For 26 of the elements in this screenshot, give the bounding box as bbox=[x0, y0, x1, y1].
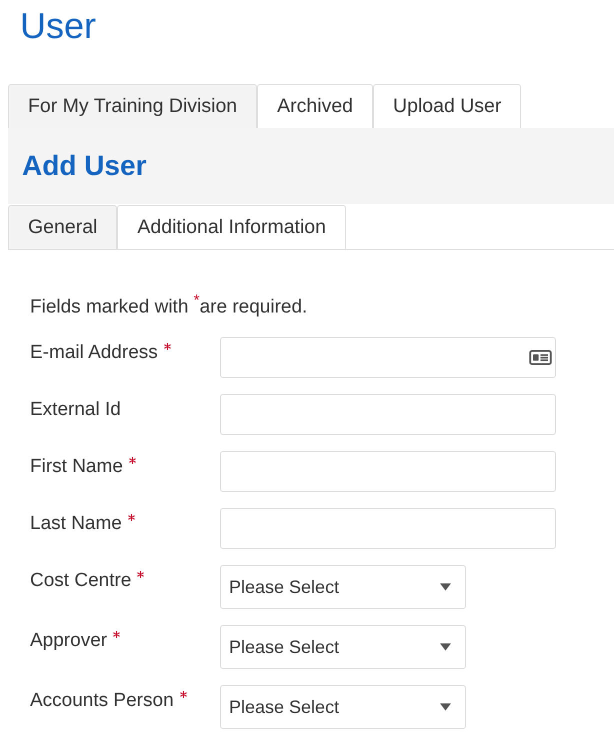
field-label: E-mail Address bbox=[30, 342, 158, 364]
contact-card-icon bbox=[529, 350, 552, 366]
field-label: External Id bbox=[30, 399, 121, 422]
text-field[interactable] bbox=[220, 508, 556, 550]
tab[interactable]: General bbox=[8, 205, 118, 249]
caret-icon bbox=[440, 703, 451, 712]
caret-icon bbox=[440, 583, 451, 592]
field-label: Accounts Person bbox=[30, 690, 174, 712]
select-field[interactable]: Please Select bbox=[220, 685, 466, 730]
tab[interactable]: Archived bbox=[257, 84, 374, 128]
email-field[interactable] bbox=[220, 337, 556, 378]
text-field[interactable] bbox=[220, 394, 556, 436]
select-field[interactable]: Please Select bbox=[220, 565, 466, 610]
section-title: Add User bbox=[22, 149, 146, 183]
field-label: Approver bbox=[30, 630, 108, 652]
text-field[interactable] bbox=[220, 451, 556, 492]
page-title: User bbox=[20, 4, 96, 48]
field-label: Cost Centre bbox=[30, 570, 132, 592]
field-label: Last Name bbox=[30, 513, 122, 536]
required-note: Fields marked with $^{*}$are required. bbox=[30, 291, 308, 318]
tab[interactable]: Additional Information bbox=[117, 205, 346, 249]
select-field[interactable]: Please Select bbox=[220, 625, 466, 670]
tab[interactable]: Upload User bbox=[373, 84, 522, 128]
field-label: First Name bbox=[30, 456, 123, 478]
caret-icon bbox=[440, 643, 451, 652]
tab[interactable]: For My Training Division bbox=[8, 84, 258, 128]
